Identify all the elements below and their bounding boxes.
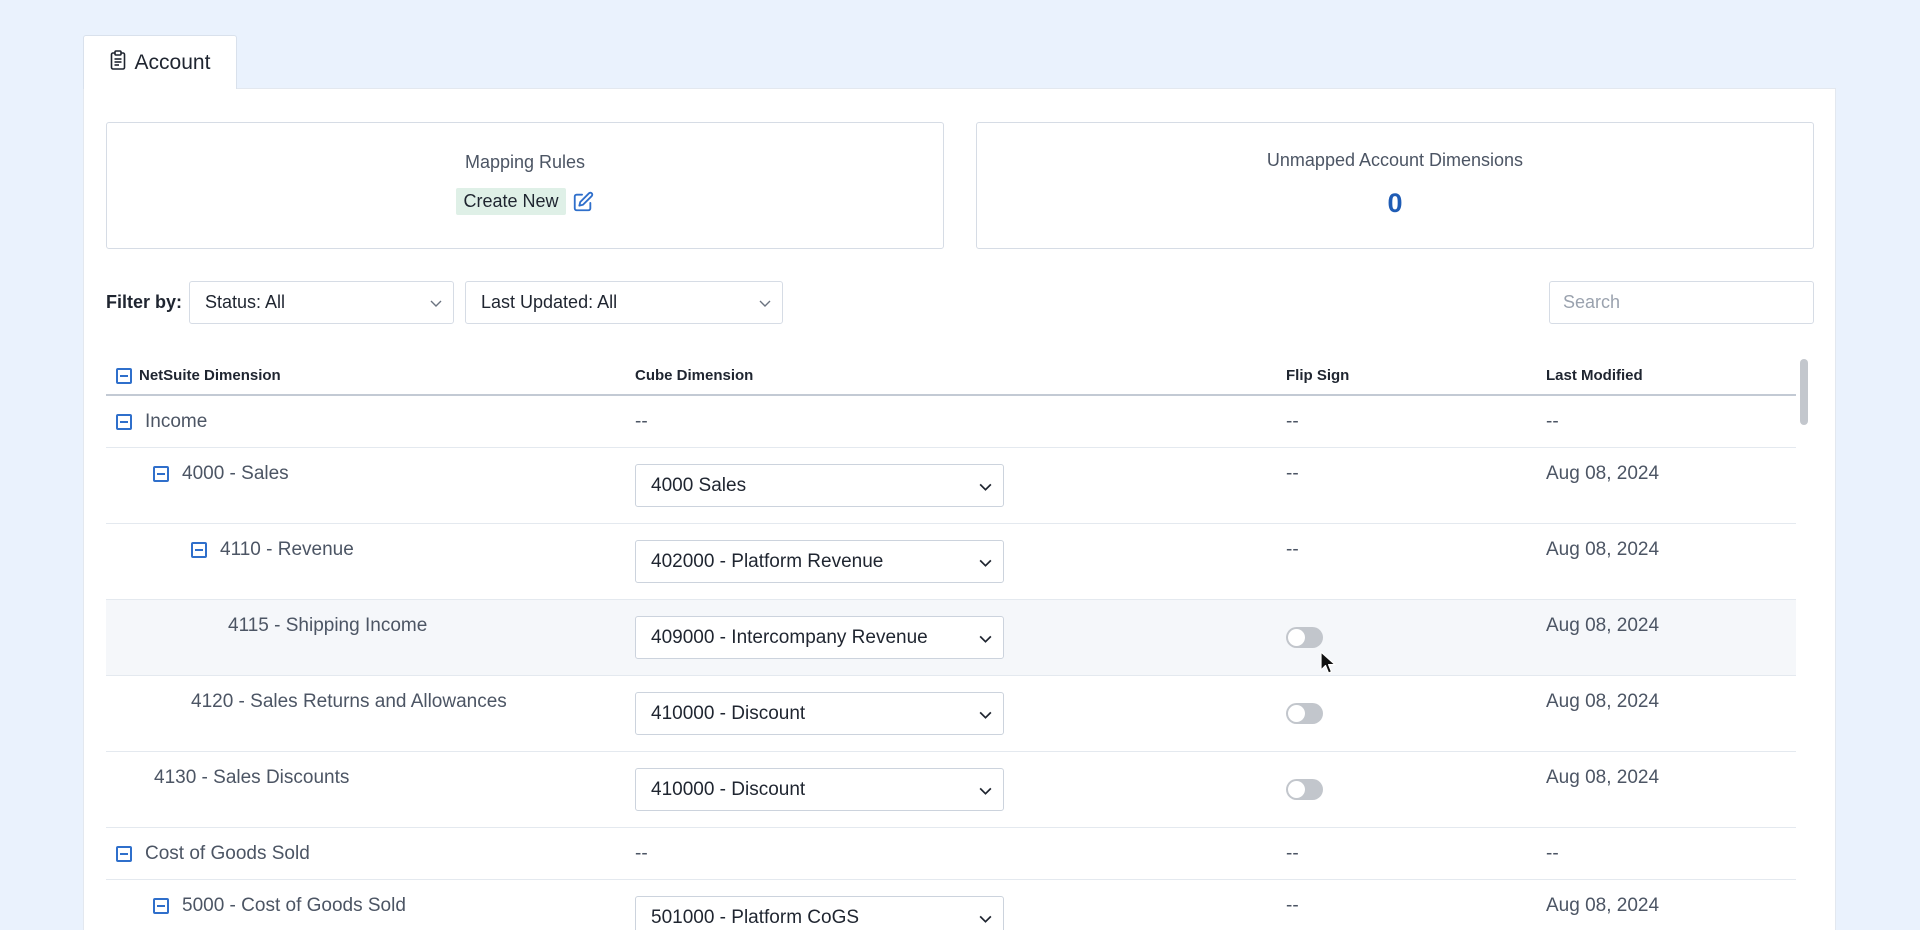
netsuite-dimension: 4115 - Shipping Income: [228, 615, 428, 636]
collapse-icon[interactable]: [153, 466, 169, 482]
tab-account[interactable]: Account: [83, 35, 237, 89]
netsuite-dimension: 4120 - Sales Returns and Allowances: [191, 691, 507, 712]
cube-dimension-value: 4000 Sales: [651, 474, 747, 496]
account-panel: Mapping Rules Create New Unmapped Accoun…: [83, 88, 1836, 930]
chevron-down-icon: [979, 787, 992, 795]
table-header: NetSuite Dimension Cube Dimension Flip S…: [106, 356, 1796, 396]
chevron-down-icon: [979, 915, 992, 923]
netsuite-dimension: Cost of Goods Sold: [145, 843, 310, 864]
flip-sign-toggle[interactable]: [1286, 779, 1323, 800]
netsuite-dimension: 4110 - Revenue: [220, 539, 354, 560]
header-cube-dimension: Cube Dimension: [635, 367, 754, 384]
table-row: 4115 - Shipping Income 409000 - Intercom…: [106, 600, 1796, 676]
cube-dimension-select[interactable]: 402000 - Platform Revenue: [635, 540, 1004, 583]
status-filter-value: Status: All: [205, 292, 286, 312]
flip-sign-empty: --: [1286, 411, 1299, 432]
netsuite-dimension: 4130 - Sales Discounts: [154, 767, 350, 788]
mapping-table: NetSuite Dimension Cube Dimension Flip S…: [106, 356, 1816, 930]
last-modified: --: [1546, 411, 1559, 432]
table-row: 4110 - Revenue 402000 - Platform Revenue…: [106, 524, 1796, 600]
cube-dimension-value: 409000 - Intercompany Revenue: [651, 626, 928, 648]
cube-dimension-select[interactable]: 410000 - Discount: [635, 768, 1004, 811]
chevron-down-icon: [979, 483, 992, 491]
flip-sign-empty: --: [1286, 463, 1299, 484]
header-flip-sign: Flip Sign: [1286, 367, 1350, 384]
tab-label: Account: [134, 50, 211, 74]
last-modified: Aug 08, 2024: [1546, 463, 1660, 484]
mapping-rules-title: Mapping Rules: [464, 152, 586, 172]
chevron-down-icon: [430, 300, 442, 307]
unmapped-dimensions-card: Unmapped Account Dimensions 0: [976, 122, 1814, 249]
cube-dimension-value: 501000 - Platform CoGS: [651, 906, 860, 928]
collapse-icon[interactable]: [191, 542, 207, 558]
edit-icon[interactable]: [572, 191, 594, 213]
chevron-down-icon: [979, 635, 992, 643]
header-netsuite-label: NetSuite Dimension: [139, 367, 281, 384]
header-netsuite-dimension: NetSuite Dimension: [116, 367, 281, 384]
table-row: 5000 - Cost of Goods Sold 501000 - Platf…: [106, 880, 1796, 930]
cube-dimension-select[interactable]: 409000 - Intercompany Revenue: [635, 616, 1004, 659]
cube-dimension-empty: --: [635, 411, 648, 432]
last-modified: Aug 08, 2024: [1546, 539, 1660, 560]
flip-sign-toggle[interactable]: [1286, 703, 1323, 724]
collapse-icon[interactable]: [153, 898, 169, 914]
table-row: 4130 - Sales Discounts 410000 - Discount…: [106, 752, 1796, 828]
mouse-cursor-icon: [1320, 651, 1336, 674]
chevron-down-icon: [979, 559, 992, 567]
status-filter-select[interactable]: Status: All: [189, 281, 454, 324]
collapse-icon[interactable]: [116, 846, 132, 862]
last-modified: Aug 08, 2024: [1546, 691, 1660, 712]
table-row: 4120 - Sales Returns and Allowances 4100…: [106, 676, 1796, 752]
collapse-all-icon[interactable]: [116, 367, 132, 384]
cube-dimension-select[interactable]: 4000 Sales: [635, 464, 1004, 507]
last-modified: --: [1546, 843, 1559, 864]
last-updated-filter-select[interactable]: Last Updated: All: [465, 281, 783, 324]
chevron-down-icon: [759, 300, 771, 307]
cube-dimension-select[interactable]: 501000 - Platform CoGS: [635, 896, 1004, 930]
last-modified: Aug 08, 2024: [1546, 615, 1660, 636]
clipboard-icon: [110, 49, 126, 76]
cube-dimension-value: 402000 - Platform Revenue: [651, 550, 884, 572]
last-modified: Aug 08, 2024: [1546, 767, 1660, 788]
unmapped-count: 0: [1387, 188, 1403, 218]
netsuite-dimension: 4000 - Sales: [182, 463, 289, 484]
cube-dimension-value: 410000 - Discount: [651, 778, 806, 800]
cube-dimension-empty: --: [635, 843, 648, 864]
flip-sign-empty: --: [1286, 895, 1299, 916]
header-last-modified: Last Modified: [1546, 367, 1643, 384]
last-modified: Aug 08, 2024: [1546, 895, 1660, 916]
last-updated-filter-value: Last Updated: All: [481, 292, 618, 312]
table-scrollbar[interactable]: [1797, 355, 1811, 930]
netsuite-dimension: Income: [145, 411, 208, 432]
create-new-button[interactable]: Create New: [456, 188, 566, 215]
netsuite-dimension: 5000 - Cost of Goods Sold: [182, 895, 406, 916]
search-input[interactable]: [1549, 281, 1814, 324]
chevron-down-icon: [979, 711, 992, 719]
flip-sign-toggle[interactable]: [1286, 627, 1323, 648]
filter-label: Filter by:: [106, 292, 183, 312]
unmapped-dimensions-title: Unmapped Account Dimensions: [1266, 150, 1524, 170]
flip-sign-empty: --: [1286, 843, 1299, 864]
table-row: 4000 - Sales 4000 Sales -- Aug 08, 2024: [106, 448, 1796, 524]
table-row: Income -- -- --: [106, 396, 1796, 448]
flip-sign-empty: --: [1286, 539, 1299, 560]
table-row: Cost of Goods Sold -- -- --: [106, 828, 1796, 880]
mapping-rules-card: Mapping Rules Create New: [106, 122, 944, 249]
cube-dimension-select[interactable]: 410000 - Discount: [635, 692, 1004, 735]
cube-dimension-value: 410000 - Discount: [651, 702, 806, 724]
scrollbar-thumb[interactable]: [1800, 359, 1808, 425]
collapse-icon[interactable]: [116, 414, 132, 430]
